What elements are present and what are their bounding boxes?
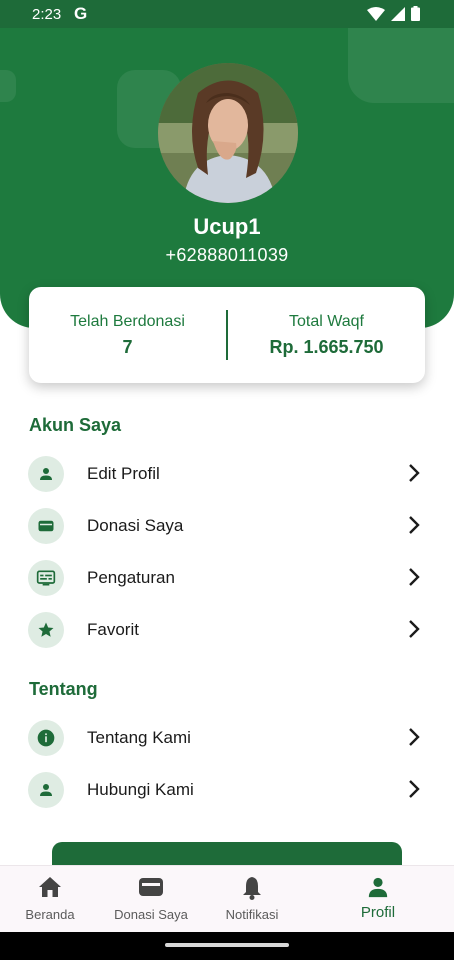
- battery-icon: [411, 6, 420, 21]
- profile-header: Ucup1 +62888011039: [0, 28, 454, 328]
- status-time: 2:23: [32, 6, 62, 23]
- menu-label: Pengaturan: [87, 568, 175, 587]
- chevron-right-icon: [409, 464, 420, 482]
- decorative-shape: [0, 70, 16, 102]
- avatar[interactable]: [158, 63, 298, 203]
- nav-item-notifikasi[interactable]: Notifikasi: [202, 866, 302, 933]
- menu-item-edit-profil[interactable]: Edit Profil: [0, 448, 454, 500]
- stat-donations: Telah Berdonasi 7: [29, 313, 226, 358]
- info-icon: [28, 720, 64, 756]
- menu-item-pengaturan[interactable]: Pengaturan: [0, 552, 454, 604]
- menu-item-favorit[interactable]: Favorit: [0, 604, 454, 656]
- stat-value: 7: [122, 336, 133, 357]
- nav-item-donasi-saya[interactable]: Donasi Saya: [100, 866, 202, 933]
- menu-item-tentang-kami[interactable]: Tentang Kami: [0, 712, 454, 764]
- nav-label: Donasi Saya: [114, 907, 188, 922]
- stat-total-waqf: Total Waqf Rp. 1.665.750: [228, 313, 425, 358]
- menu-label: Tentang Kami: [87, 728, 191, 747]
- person-icon: [28, 772, 64, 808]
- status-icons: [367, 6, 420, 21]
- menu-label: Hubungi Kami: [87, 780, 194, 799]
- star-icon: [28, 612, 64, 648]
- status-bar: 2:23 G: [0, 0, 454, 28]
- user-name: Ucup1: [193, 214, 261, 239]
- nav-label: Notifikasi: [225, 907, 279, 922]
- person-icon: [368, 877, 388, 898]
- chevron-right-icon: [409, 620, 420, 638]
- decorative-shape: [348, 28, 454, 103]
- menu-item-hubungi-kami[interactable]: Hubungi Kami: [0, 764, 454, 816]
- stat-value: Rp. 1.665.750: [269, 336, 384, 357]
- wallet-icon: [139, 878, 163, 896]
- stat-label: Telah Berdonasi: [70, 312, 185, 330]
- donation-stats-card: Telah Berdonasi 7 Total Waqf Rp. 1.665.7…: [29, 287, 425, 383]
- menu-label: Favorit: [87, 620, 139, 639]
- section-title-tentang: Tentang: [29, 679, 98, 699]
- person-icon: [28, 456, 64, 492]
- home-icon: [39, 877, 61, 897]
- stat-label: Total Waqf: [289, 312, 364, 330]
- menu-item-donasi-saya[interactable]: Donasi Saya: [0, 500, 454, 552]
- section-title-akun: Akun Saya: [29, 415, 122, 435]
- google-icon: G: [74, 4, 88, 23]
- chevron-right-icon: [409, 568, 420, 586]
- avatar-photo: [158, 63, 298, 203]
- user-phone: +62888011039: [165, 245, 289, 265]
- menu-label: Donasi Saya: [87, 516, 184, 535]
- wallet-icon: [28, 508, 64, 544]
- chevron-right-icon: [409, 728, 420, 746]
- bell-icon: [243, 877, 261, 900]
- nav-item-profil[interactable]: Profil: [328, 866, 428, 933]
- settings-icon: [28, 560, 64, 596]
- signal-icon: [391, 6, 405, 21]
- nav-label: Beranda: [25, 907, 75, 922]
- nav-item-beranda[interactable]: Beranda: [0, 866, 100, 933]
- nav-label: Profil: [360, 904, 396, 921]
- chevron-right-icon: [409, 516, 420, 534]
- chevron-right-icon: [409, 780, 420, 798]
- bottom-navigation: Beranda Donasi Saya Notifikasi Profil: [0, 865, 454, 932]
- gesture-handle[interactable]: [165, 943, 289, 947]
- menu-label: Edit Profil: [87, 464, 160, 483]
- wifi-icon: [367, 6, 385, 21]
